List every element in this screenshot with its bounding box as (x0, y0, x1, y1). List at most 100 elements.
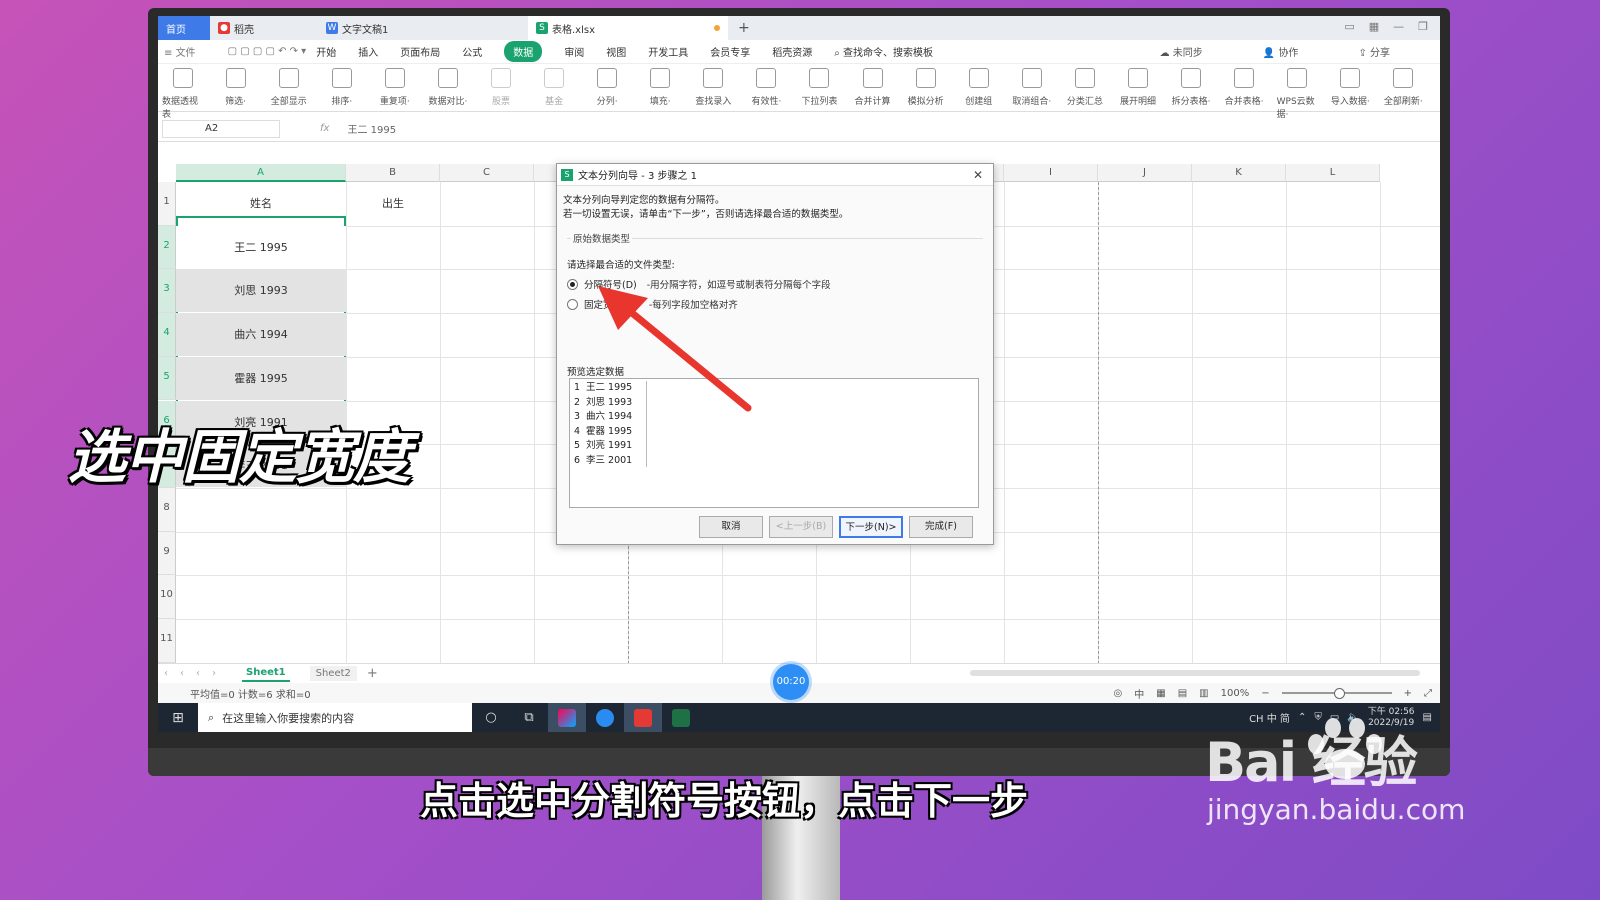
fx-icon[interactable]: fx (320, 123, 329, 134)
quick-access-toolbar[interactable]: ▢ ▢ ▢ ▢ ↶ ↷ ▾ (228, 46, 307, 57)
menu-item-view[interactable]: 视图 (606, 44, 626, 59)
ribbon-button[interactable]: 模拟分析 (905, 68, 946, 107)
cell[interactable]: 出生 (346, 182, 440, 226)
column-header[interactable]: L (1286, 164, 1380, 182)
menu-item-member[interactable]: 会员专享 (710, 44, 750, 59)
name-box[interactable]: A2 (162, 119, 280, 138)
column-header[interactable]: K (1192, 164, 1286, 182)
ribbon-button[interactable]: 全部显示 (268, 68, 309, 107)
minimize-icon[interactable]: — (1393, 20, 1404, 33)
cell[interactable]: 王二 1995 (176, 225, 346, 269)
back-button[interactable]: <上一步(B) (769, 516, 833, 538)
reading-view-icon[interactable]: ▥ (1199, 688, 1208, 699)
row-header[interactable]: 11 (158, 619, 176, 663)
tab-home[interactable]: 首页 (158, 16, 210, 40)
ribbon-button[interactable]: 重复项· (374, 68, 415, 107)
normal-view-icon[interactable]: ▦ (1156, 688, 1165, 699)
finish-button[interactable]: 完成(F) (909, 516, 973, 538)
column-header[interactable]: I (1004, 164, 1098, 182)
sheet-tab-1[interactable]: Sheet1 (242, 665, 290, 682)
sync-button[interactable]: ☁ 未同步 (1160, 44, 1225, 59)
ribbon-button[interactable]: 创建组 (958, 68, 999, 107)
row-header[interactable]: 4 (158, 313, 176, 357)
next-button[interactable]: 下一步(N)> (839, 516, 903, 538)
ribbon-button[interactable]: 数据对比· (427, 68, 468, 107)
cell[interactable]: 曲六 1994 (176, 313, 346, 357)
column-header[interactable]: J (1098, 164, 1192, 182)
ribbon-button[interactable]: 分类汇总 (1064, 68, 1105, 107)
column-header[interactable]: C (440, 164, 534, 182)
menu-item-formula[interactable]: 公式 (462, 44, 482, 59)
row-header[interactable]: 8 (158, 487, 176, 532)
cell[interactable]: 刘思 1993 (176, 269, 346, 313)
ribbon-button[interactable]: 全部刷新· (1383, 68, 1424, 107)
ribbon-button[interactable]: 展开明细 (1117, 68, 1158, 107)
zoom-level[interactable]: 100% (1221, 688, 1250, 699)
radio-fixed-width[interactable] (567, 298, 578, 310)
column-header[interactable]: A (176, 164, 346, 182)
ribbon-button[interactable]: WPS云数据· (1277, 68, 1318, 120)
grid-icon[interactable]: ▦ (1369, 20, 1379, 33)
eye-protect-icon[interactable]: ◎ (1114, 688, 1123, 699)
row-header[interactable]: 5 (158, 356, 176, 401)
formula-value[interactable]: 王二 1995 (347, 121, 396, 136)
menu-item-insert[interactable]: 插入 (358, 44, 378, 59)
fullscreen-icon[interactable]: ⤢ (1424, 688, 1432, 699)
row-header[interactable]: 3 (158, 269, 176, 314)
row-header[interactable]: 9 (158, 531, 176, 576)
menu-item-resources[interactable]: 稻壳资源 (772, 44, 812, 59)
share-button[interactable]: ⇪ 分享 (1358, 44, 1412, 59)
menu-file[interactable]: ≡ 文件 (164, 44, 218, 59)
close-icon[interactable]: ✕ (973, 168, 983, 182)
zoom-out-button[interactable]: − (1261, 688, 1269, 699)
ribbon-button[interactable]: 填充· (640, 68, 681, 107)
layout-icon[interactable]: ▭ (1344, 20, 1354, 33)
taskbar-search[interactable]: ⌕ 在这里输入你要搜索的内容 (198, 703, 472, 732)
row-header[interactable]: 2 (158, 225, 176, 270)
ribbon-button[interactable]: 合并表格· (1224, 68, 1265, 107)
menu-item-layout[interactable]: 页面布局 (400, 44, 440, 59)
ribbon-button[interactable]: 合并计算 (852, 68, 893, 107)
row-header[interactable]: 10 (158, 575, 176, 619)
ribbon-button[interactable]: 下拉列表 (799, 68, 840, 107)
menu-item-devtools[interactable]: 开发工具 (648, 44, 688, 59)
windows-start-icon[interactable]: ⊞ (158, 710, 198, 726)
tab-spreadsheet[interactable]: S 表格.xlsx (528, 16, 728, 40)
cell[interactable]: 霍器 1995 (176, 356, 346, 400)
horizontal-scrollbar[interactable] (970, 670, 1420, 676)
ribbon-button[interactable]: 筛选· (215, 68, 256, 107)
input-method-icon[interactable]: 中 (1134, 686, 1144, 701)
collab-button[interactable]: 👤 协作 (1263, 44, 1321, 59)
ribbon-button[interactable]: 取消组合· (1011, 68, 1052, 107)
cancel-button[interactable]: 取消 (699, 516, 763, 538)
ribbon-button[interactable]: 排序· (321, 68, 362, 107)
taskbar-app-wps[interactable] (624, 703, 662, 732)
ribbon-button[interactable]: 拆分表格· (1170, 68, 1211, 107)
command-search[interactable]: ⌕ 查找命令、搜索模板 (834, 44, 955, 59)
add-sheet-button[interactable]: + (367, 666, 378, 681)
taskbar-app-browser[interactable] (548, 703, 586, 732)
sheet-nav-arrows[interactable]: ‹‹‹› (164, 668, 228, 679)
menu-item-review[interactable]: 审阅 (564, 44, 584, 59)
ribbon-button[interactable]: 基金 (534, 68, 575, 107)
column-header[interactable]: B (346, 164, 440, 182)
sheet-tab-2[interactable]: Sheet2 (309, 666, 357, 681)
menu-item-start[interactable]: 开始 (316, 44, 336, 59)
menu-item-data[interactable]: 数据 (504, 41, 543, 62)
ribbon-button[interactable]: 数据透视表 (162, 68, 203, 120)
new-tab-button[interactable]: + (728, 20, 760, 36)
taskbar-app-qq[interactable] (586, 703, 624, 732)
row-header[interactable]: 1 (158, 182, 176, 226)
zoom-slider[interactable] (1281, 688, 1392, 699)
tab-document[interactable]: W 文字文稿1 (318, 16, 528, 40)
ribbon-button[interactable]: 有效性· (746, 68, 787, 107)
taskbar-app-excel[interactable] (662, 703, 700, 732)
tab-wps[interactable]: ● 稻壳 (210, 16, 318, 40)
cortana-icon[interactable]: ○ (472, 710, 510, 725)
ribbon-button[interactable]: 导入数据· (1330, 68, 1371, 107)
radio-delimited[interactable] (567, 278, 578, 290)
ribbon-button[interactable]: 分列· (587, 68, 628, 107)
cell[interactable]: 姓名 (176, 182, 346, 226)
ribbon-button[interactable]: 查找录入 (693, 68, 734, 107)
restore-icon[interactable]: ❐ (1418, 20, 1428, 33)
